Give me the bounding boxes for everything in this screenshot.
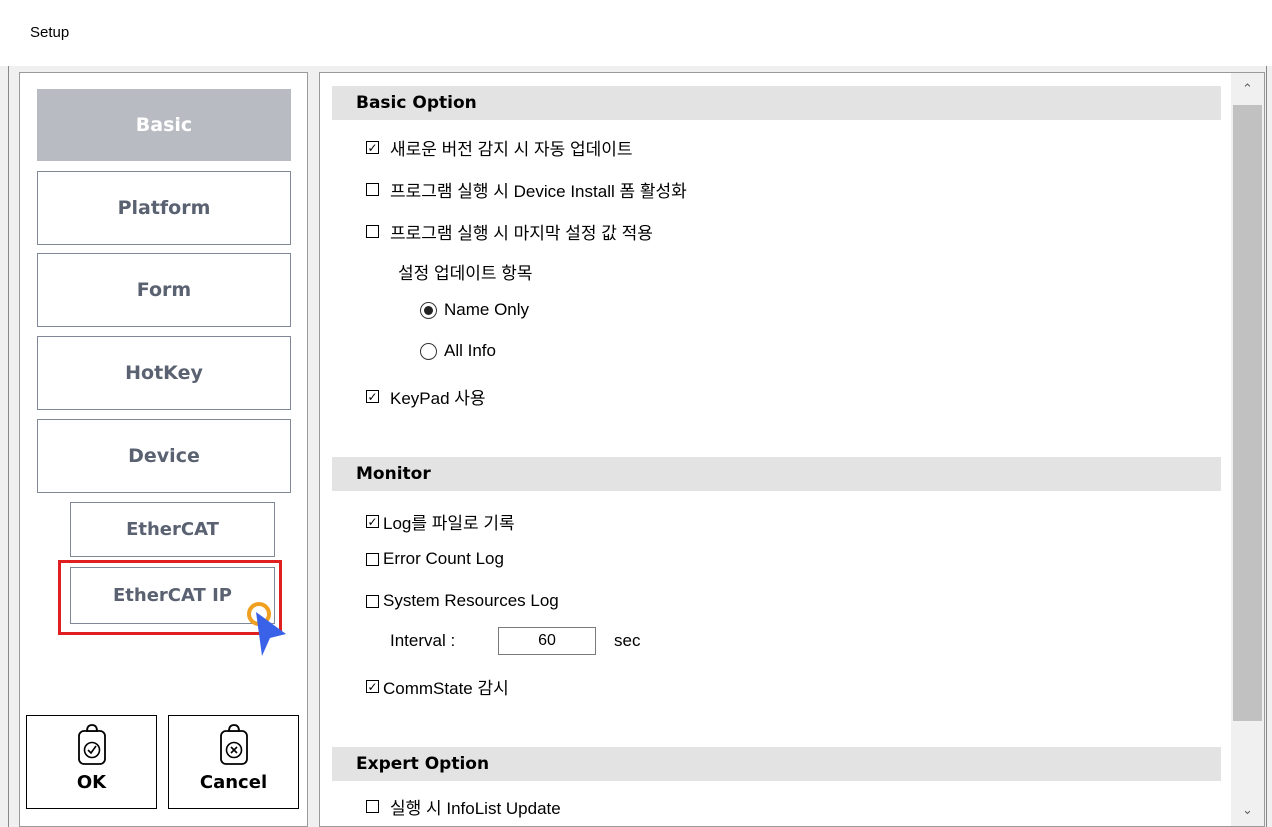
- nav-item-basic[interactable]: Basic: [37, 89, 291, 161]
- checkbox-label: 프로그램 실행 시 마지막 설정 값 적용: [390, 224, 653, 243]
- all-info-radio[interactable]: All Info: [420, 341, 496, 361]
- update-items-label: 설정 업데이트 항목: [398, 259, 533, 284]
- title-bar: Setup: [0, 0, 1272, 66]
- radio-label: All Info: [444, 341, 496, 360]
- radio-label: Name Only: [444, 300, 530, 319]
- name-only-radio[interactable]: Name Only: [420, 300, 529, 320]
- nav-item-form[interactable]: Form: [37, 253, 291, 327]
- ok-button-label: OK: [76, 772, 107, 793]
- checkbox-label: System Resources Log: [383, 591, 559, 610]
- interval-input[interactable]: [498, 627, 596, 655]
- interval-row: Interval : sec: [390, 627, 640, 655]
- error-count-log-checkbox[interactable]: Error Count Log: [366, 549, 504, 569]
- checkbox-label: KeyPad 사용: [390, 389, 486, 408]
- infolist-update-checkbox[interactable]: 실행 시 InfoList Update: [366, 794, 561, 819]
- nav-item-hotkey[interactable]: HotKey: [37, 336, 291, 410]
- section-header-basic-option: Basic Option: [332, 86, 1221, 120]
- checkbox-unchecked-icon: [366, 594, 379, 608]
- checkbox-checked-icon: ✓: [366, 514, 379, 529]
- checkbox-unchecked-icon: [366, 800, 379, 813]
- section-header-monitor: Monitor: [332, 457, 1221, 491]
- update-items-text: 설정 업데이트 항목: [398, 264, 533, 283]
- checkbox-label: CommState 감시: [383, 679, 509, 698]
- apply-last-settings-checkbox[interactable]: 프로그램 실행 시 마지막 설정 값 적용: [366, 219, 653, 244]
- nav-item-device[interactable]: Device: [37, 419, 291, 493]
- clipboard-check-icon: [77, 724, 106, 765]
- checkbox-unchecked-icon: [366, 225, 379, 238]
- checkbox-label: Log를 파일로 기록: [383, 514, 515, 533]
- device-install-form-checkbox[interactable]: 프로그램 실행 시 Device Install 폼 활성화: [366, 177, 687, 202]
- checkbox-label: 실행 시 InfoList Update: [390, 799, 561, 818]
- settings-panel: Basic Option ✓ 새로운 버전 감지 시 자동 업데이트 프로그램 …: [319, 72, 1265, 827]
- checkbox-checked-icon: ✓: [366, 140, 379, 155]
- system-resources-log-checkbox[interactable]: System Resources Log: [366, 591, 559, 611]
- nav-item-label: Basic: [135, 114, 193, 136]
- scroll-up-icon[interactable]: ⌃: [1231, 77, 1264, 101]
- checkbox-checked-icon: ✓: [366, 679, 379, 694]
- nav-item-label: Form: [136, 279, 192, 301]
- section-header-expert-option: Expert Option: [332, 747, 1221, 781]
- log-to-file-checkbox[interactable]: ✓ Log를 파일로 기록: [366, 509, 515, 534]
- nav-item-label: EtherCAT: [126, 519, 219, 540]
- auto-update-checkbox[interactable]: ✓ 새로운 버전 감지 시 자동 업데이트: [366, 135, 633, 160]
- cancel-button-label: Cancel: [199, 772, 268, 793]
- nav-item-label: Device: [128, 445, 200, 467]
- radio-selected-icon: [420, 301, 437, 319]
- cancel-button[interactable]: Cancel: [168, 715, 299, 809]
- clipboard-x-icon: [219, 724, 248, 765]
- checkbox-label: 새로운 버전 감지 시 자동 업데이트: [390, 140, 633, 159]
- commstate-checkbox[interactable]: ✓ CommState 감시: [366, 674, 509, 699]
- radio-unselected-icon: [420, 342, 437, 360]
- checkbox-label: 프로그램 실행 시 Device Install 폼 활성화: [390, 182, 687, 201]
- scroll-down-icon[interactable]: ⌄: [1231, 798, 1264, 822]
- checkbox-checked-icon: ✓: [366, 389, 379, 404]
- checkbox-unchecked-icon: [366, 183, 379, 196]
- nav-item-label: HotKey: [125, 362, 203, 384]
- scrollbar-thumb[interactable]: [1233, 105, 1262, 721]
- ok-button[interactable]: OK: [26, 715, 157, 809]
- interval-label: Interval :: [390, 631, 456, 650]
- interval-unit: sec: [614, 631, 641, 650]
- nav-item-label: Platform: [117, 197, 211, 219]
- nav-item-platform[interactable]: Platform: [37, 171, 291, 245]
- keypad-checkbox[interactable]: ✓ KeyPad 사용: [366, 384, 486, 409]
- checkbox-label: Error Count Log: [383, 549, 504, 568]
- pointer-cursor-icon: [247, 602, 286, 656]
- nav-item-ethercat[interactable]: EtherCAT: [70, 502, 275, 557]
- checkbox-unchecked-icon: [366, 552, 379, 566]
- window-title: Setup: [30, 24, 70, 41]
